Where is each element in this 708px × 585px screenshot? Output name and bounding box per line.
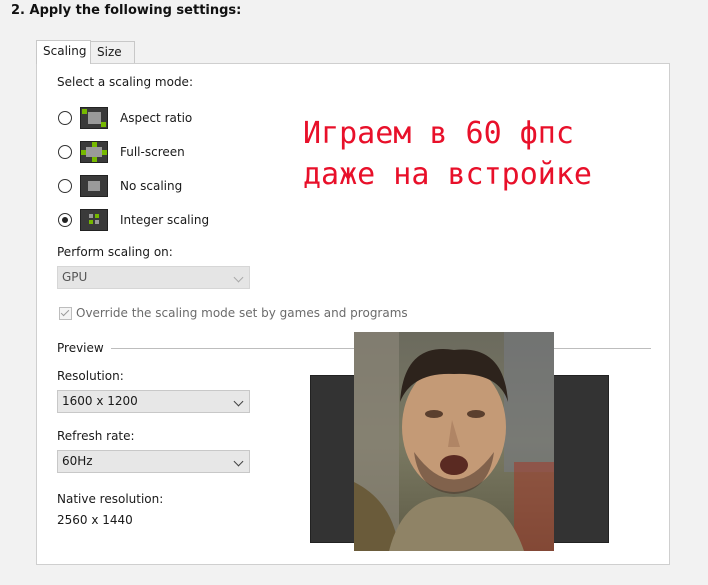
tab-size[interactable]: Size	[90, 41, 135, 63]
game-character-face-image	[354, 332, 554, 551]
refresh-rate-select[interactable]: 60Hz	[57, 450, 250, 473]
tab-size-label: Size	[97, 45, 122, 59]
native-resolution-value: 2560 x 1440	[57, 513, 133, 527]
radio-no-scaling[interactable]	[58, 179, 72, 193]
override-checkbox[interactable]	[59, 307, 72, 320]
perform-scaling-value: GPU	[62, 270, 88, 284]
tab-scaling-label: Scaling	[43, 44, 87, 58]
no-scaling-icon	[80, 175, 108, 197]
aspect-ratio-label[interactable]: Aspect ratio	[120, 111, 192, 125]
section-title: 2. Apply the following settings:	[11, 3, 242, 18]
preview-title: Preview	[57, 341, 104, 355]
no-scaling-label[interactable]: No scaling	[120, 179, 182, 193]
native-resolution-label: Native resolution:	[57, 492, 164, 506]
overlay-caption-line-2: даже на встройке	[303, 157, 592, 192]
chevron-down-icon	[233, 272, 244, 283]
perform-scaling-label: Perform scaling on:	[57, 245, 173, 259]
resolution-value: 1600 x 1200	[62, 394, 138, 408]
refresh-rate-value: 60Hz	[62, 454, 93, 468]
refresh-rate-label: Refresh rate:	[57, 429, 135, 443]
scaling-mode-prompt: Select a scaling mode:	[57, 75, 193, 89]
aspect-ratio-icon	[80, 107, 108, 129]
perform-scaling-select[interactable]: GPU	[57, 266, 250, 289]
integer-scaling-icon	[80, 209, 108, 231]
radio-full-screen[interactable]	[58, 145, 72, 159]
chevron-down-icon	[233, 396, 244, 407]
preview-image	[354, 332, 554, 551]
radio-aspect-ratio[interactable]	[58, 111, 72, 125]
radio-integer-scaling[interactable]	[58, 213, 72, 227]
tab-scaling[interactable]: Scaling	[36, 40, 91, 64]
full-screen-label[interactable]: Full-screen	[120, 145, 185, 159]
chevron-down-icon	[233, 456, 244, 467]
resolution-label: Resolution:	[57, 369, 124, 383]
override-label: Override the scaling mode set by games a…	[76, 306, 408, 320]
overlay-caption-line-1: Играем в 60 фпс	[303, 116, 574, 151]
resolution-select[interactable]: 1600 x 1200	[57, 390, 250, 413]
full-screen-icon	[80, 141, 108, 163]
integer-scaling-label[interactable]: Integer scaling	[120, 213, 209, 227]
